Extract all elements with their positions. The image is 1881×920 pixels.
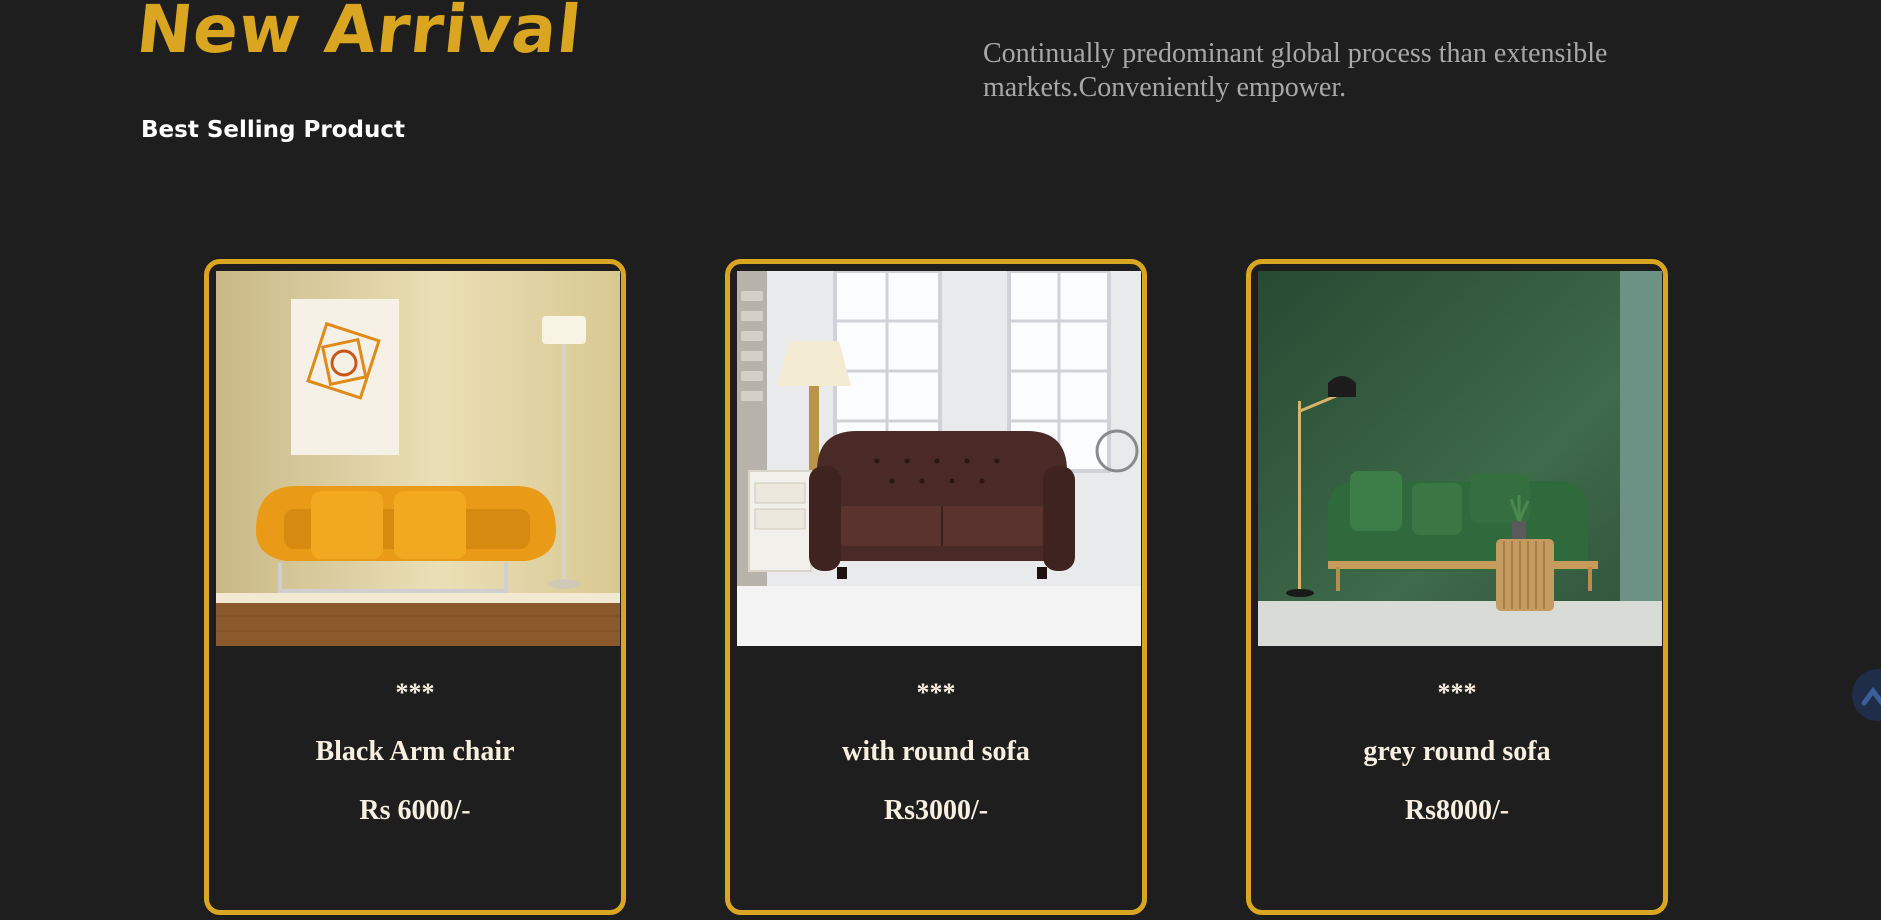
green-velvet-sofa-image	[1258, 271, 1662, 646]
product-grid: *** Black Arm chair Rs 6000/- *** with r…	[0, 259, 1881, 915]
product-name[interactable]: with round sofa	[730, 736, 1142, 768]
arrow-icon	[1861, 686, 1881, 706]
leather-chesterfield-sofa-image	[737, 271, 1141, 646]
product-name[interactable]: Black Arm chair	[209, 736, 621, 768]
rating-stars: ***	[916, 678, 956, 707]
product-price: Rs3000/-	[883, 795, 989, 826]
product-price: Rs8000/-	[1404, 795, 1510, 826]
product-card[interactable]: *** with round sofa Rs3000/-	[725, 259, 1147, 915]
section-tagline: Continually predominant global process t…	[983, 38, 1608, 103]
orange-sofa-image	[216, 271, 620, 646]
product-price: Rs 6000/-	[359, 795, 471, 826]
rating-stars: ***	[1437, 678, 1477, 707]
page-title: New Arrival	[133, 0, 586, 68]
product-card[interactable]: *** Black Arm chair Rs 6000/-	[204, 259, 626, 915]
rating-stars: ***	[395, 678, 435, 707]
product-card[interactable]: *** grey round sofa Rs8000/-	[1246, 259, 1668, 915]
section-subtitle: Best Selling Product	[141, 117, 405, 143]
product-name[interactable]: grey round sofa	[1251, 736, 1663, 768]
